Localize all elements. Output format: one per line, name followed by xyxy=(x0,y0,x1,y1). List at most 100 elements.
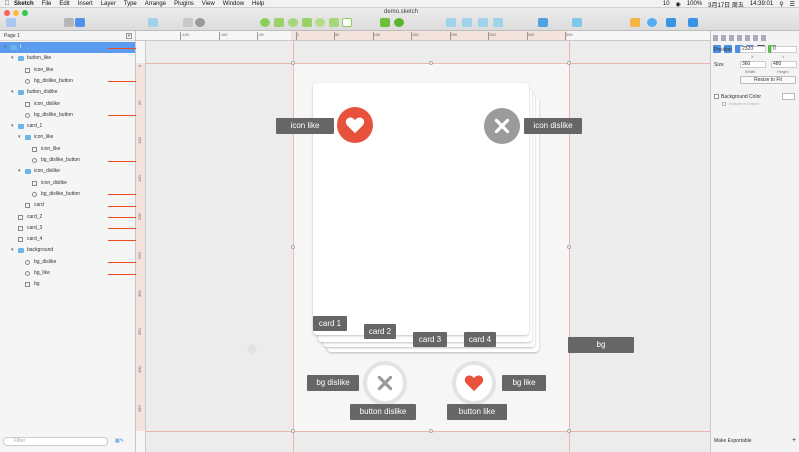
button-like[interactable] xyxy=(452,361,496,405)
layer-row[interactable]: icon_dislike xyxy=(0,178,135,189)
layer-row[interactable]: icon_like xyxy=(0,65,135,76)
layer-row[interactable]: ▾ button_like xyxy=(0,53,135,64)
menu-insert[interactable]: Insert xyxy=(78,1,93,7)
align-left-icon[interactable] xyxy=(713,35,718,41)
icon-like[interactable] xyxy=(337,107,373,143)
background-color-checkbox[interactable] xyxy=(714,94,719,99)
resize-handle[interactable] xyxy=(291,245,295,249)
forward-icon[interactable] xyxy=(446,18,456,27)
icon-dislike[interactable] xyxy=(484,108,520,144)
menu-type[interactable]: Type xyxy=(124,1,137,7)
include-export-checkbox[interactable] xyxy=(722,102,726,106)
align-bottom-icon[interactable] xyxy=(753,35,758,41)
disclosure-triangle-icon[interactable]: ▾ xyxy=(4,42,7,53)
ungroup-icon[interactable] xyxy=(75,18,85,27)
zoom-out-icon[interactable] xyxy=(183,18,193,27)
preview-icon[interactable] xyxy=(572,18,582,27)
menu-edit[interactable]: Edit xyxy=(59,1,69,7)
filter-options-icon[interactable]: ▦✎ xyxy=(115,438,124,444)
zoom-icon[interactable] xyxy=(195,18,205,27)
close-window-icon[interactable] xyxy=(4,10,10,16)
create-symbol-icon[interactable] xyxy=(148,18,158,27)
menu-arrange[interactable]: Arrange xyxy=(145,1,166,7)
notification-count[interactable]: 10 xyxy=(663,1,670,7)
height-field[interactable]: 480 xyxy=(771,61,797,68)
filter-input[interactable]: Filter xyxy=(3,437,108,446)
position-y-field[interactable]: 0 xyxy=(771,46,797,53)
mask-icon[interactable] xyxy=(315,18,325,27)
layer-row[interactable]: bg xyxy=(0,279,135,290)
resize-to-fit-button[interactable]: Resize to Fit xyxy=(740,76,796,84)
align-right-icon[interactable] xyxy=(729,35,734,41)
width-field[interactable]: 360 xyxy=(740,61,766,68)
canvas[interactable]: ❖ ❖ ❖ xyxy=(146,41,710,452)
ruler-left[interactable]: 0 50 100 150 200 250 300 350 400 450 xyxy=(136,41,146,452)
resize-handle[interactable] xyxy=(429,429,433,433)
apple-icon[interactable]:  xyxy=(0,0,14,7)
transform-icon[interactable] xyxy=(274,18,284,27)
resize-handle[interactable] xyxy=(567,245,571,249)
export-icon[interactable] xyxy=(630,18,640,27)
share-icon[interactable] xyxy=(647,18,657,27)
rotate-icon[interactable] xyxy=(288,18,298,27)
subtract-icon[interactable] xyxy=(394,18,404,27)
menu-help[interactable]: Help xyxy=(252,1,264,7)
disclosure-triangle-icon[interactable]: ▾ xyxy=(11,87,14,98)
layer-row[interactable]: icon_like xyxy=(0,144,135,155)
insert-icon[interactable] xyxy=(6,18,16,27)
align-middle-icon[interactable] xyxy=(745,35,750,41)
disclosure-triangle-icon[interactable]: ▾ xyxy=(11,121,14,132)
clock-text[interactable]: 14:39:01 xyxy=(750,1,773,7)
view-icon[interactable] xyxy=(538,18,548,27)
group-icon[interactable] xyxy=(64,18,74,27)
resize-handle[interactable] xyxy=(567,429,571,433)
disclosure-triangle-icon[interactable]: ▾ xyxy=(11,53,14,64)
make-exportable-label[interactable]: Make Exportable xyxy=(714,438,752,444)
disclosure-triangle-icon[interactable]: ▾ xyxy=(18,166,21,177)
menu-file[interactable]: File xyxy=(42,1,52,7)
align-center-icon[interactable] xyxy=(721,35,726,41)
flatten-icon[interactable] xyxy=(302,18,312,27)
resize-handle[interactable] xyxy=(429,61,433,65)
list-icon[interactable]: ☰ xyxy=(790,1,795,8)
distribute-icon[interactable] xyxy=(761,35,766,41)
layer-row[interactable]: icon_dislike xyxy=(0,99,135,110)
page-selector[interactable]: Page 1 + xyxy=(0,31,135,41)
menu-layer[interactable]: Layer xyxy=(101,1,116,7)
disclosure-triangle-icon[interactable]: ▾ xyxy=(18,132,21,143)
backward-icon[interactable] xyxy=(462,18,472,27)
button-dislike[interactable] xyxy=(363,361,407,405)
layer-row[interactable]: ▾ icon_like xyxy=(0,132,135,143)
add-export-icon[interactable]: + xyxy=(792,437,796,444)
battery-level[interactable]: 100% xyxy=(687,1,702,7)
wifi-icon[interactable]: ◉ xyxy=(676,1,681,8)
background-color-swatch[interactable] xyxy=(782,93,795,100)
menu-plugins[interactable]: Plugins xyxy=(174,1,194,7)
search-icon[interactable]: ⚲ xyxy=(779,1,783,8)
cloud-upload-icon[interactable] xyxy=(666,18,676,27)
ruler-top[interactable]: -150 -100 -50 0 50 100 150 200 250 300 350 xyxy=(136,31,710,41)
menu-app[interactable]: Sketch xyxy=(14,1,34,7)
layer-row[interactable]: ▾ card_1 xyxy=(0,121,135,132)
resize-handle[interactable] xyxy=(567,61,571,65)
mirror-icon[interactable] xyxy=(478,18,488,27)
menu-view[interactable]: View xyxy=(202,1,215,7)
position-x-field[interactable]: 2320 xyxy=(740,46,766,53)
minimize-window-icon[interactable] xyxy=(13,10,19,16)
union-icon[interactable] xyxy=(380,18,390,27)
outline-icon[interactable] xyxy=(342,18,352,27)
resize-handle[interactable] xyxy=(291,61,295,65)
disclosure-triangle-icon[interactable]: ▾ xyxy=(11,245,14,256)
align-top-icon[interactable] xyxy=(737,35,742,41)
menu-window[interactable]: Window xyxy=(223,1,244,7)
mirror-device-icon[interactable] xyxy=(688,18,698,27)
scale-icon[interactable] xyxy=(329,18,339,27)
resize-handle[interactable] xyxy=(291,429,295,433)
add-page-icon[interactable]: + xyxy=(126,33,132,39)
layer-row[interactable]: ▾ icon_dislike xyxy=(0,166,135,177)
layer-row[interactable]: ▾ background xyxy=(0,245,135,256)
cloud-icon[interactable] xyxy=(493,18,503,27)
layer-row[interactable]: ▾ button_dislike xyxy=(0,87,135,98)
zoom-window-icon[interactable] xyxy=(22,10,28,16)
edit-icon[interactable] xyxy=(260,18,270,27)
